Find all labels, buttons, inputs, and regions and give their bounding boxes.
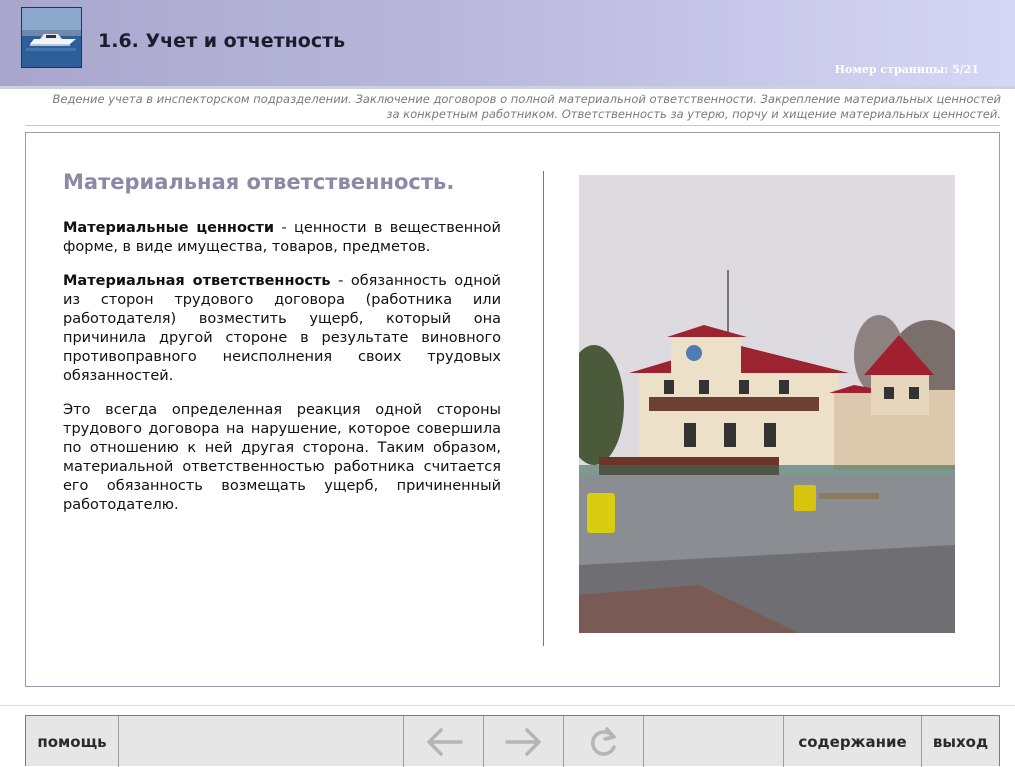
content-text: Материальные ценности - ценности в вещес…	[63, 219, 501, 530]
reload-button[interactable]	[564, 716, 644, 767]
header-bar: 1.6. Учет и отчетность Номер страницы: 5…	[0, 0, 1015, 86]
forward-button[interactable]	[484, 716, 564, 767]
arrow-left-icon	[426, 727, 463, 756]
definition-material-liability: - обязанность одной из сторон трудового …	[63, 273, 501, 384]
paragraph-1: Материальные ценности - ценности в вещес…	[63, 219, 501, 257]
help-button[interactable]: помощь	[26, 716, 119, 767]
contents-label: содержание	[798, 732, 907, 751]
page-number: Номер страницы: 5/21	[834, 63, 979, 76]
reload-icon	[590, 726, 616, 756]
header-divider	[0, 86, 1015, 89]
contents-button[interactable]: содержание	[784, 716, 922, 767]
course-logo	[21, 7, 82, 68]
subtitle-line-1: Ведение учета в инспекторском подразделе…	[52, 92, 1002, 106]
term-material-liability: Материальная ответственность	[63, 273, 331, 289]
page-title: 1.6. Учет и отчетность	[98, 30, 346, 52]
subtitle-divider	[25, 125, 1000, 126]
footer-divider	[0, 705, 1015, 706]
paragraph-3: Это всегда определенная реакция одной ст…	[63, 402, 501, 513]
subtitle-line-2: за конкретным работником. Ответственност…	[386, 107, 1001, 121]
back-button[interactable]	[404, 716, 484, 767]
building-photo	[579, 175, 955, 633]
help-label: помощь	[37, 732, 107, 751]
boat-logo-image	[22, 8, 81, 67]
paragraph-2: Материальная ответственность - обязаннос…	[63, 272, 501, 386]
content-heading: Материальная ответственность.	[63, 170, 455, 194]
exit-label: выход	[932, 732, 989, 751]
column-divider	[543, 171, 544, 646]
section-subtitle: Ведение учета в инспекторском подразделе…	[21, 92, 1002, 122]
term-material-values: Материальные ценности	[63, 220, 275, 236]
footer-spacer-right	[644, 716, 784, 767]
navigation-bar: помощь содержание выход	[25, 715, 1000, 767]
arrow-right-icon	[504, 727, 541, 756]
footer-spacer-left	[119, 716, 404, 767]
content-panel: Материальная ответственность. Материальн…	[25, 132, 1000, 687]
exit-button[interactable]: выход	[922, 716, 999, 767]
